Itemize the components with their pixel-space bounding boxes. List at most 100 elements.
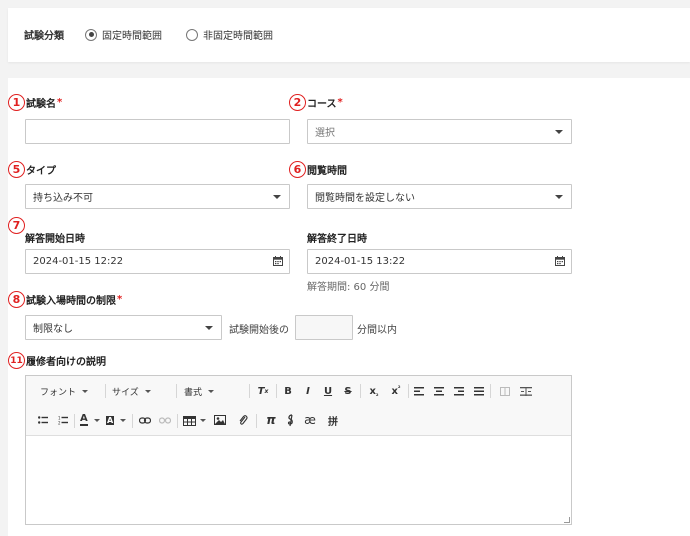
marker-8: 8: [8, 291, 25, 308]
view-time-select[interactable]: 閲覧時間を設定しない: [307, 184, 572, 209]
pinyin-button[interactable]: 拼: [326, 413, 340, 428]
exam-name-label-text: 試験名: [26, 99, 56, 110]
radio-unchecked-icon[interactable]: [186, 28, 198, 41]
align-center-icon[interactable]: [434, 387, 444, 396]
entry-limit-select[interactable]: 制限なし: [25, 315, 222, 340]
align-justify-icon[interactable]: [474, 387, 484, 396]
chevron-down-icon: [273, 195, 281, 199]
answer-start-label: 解答開始日時: [25, 234, 85, 245]
strikethrough-button[interactable]: S: [341, 384, 355, 398]
required-mark: *: [57, 97, 63, 108]
exam-name-input[interactable]: [25, 119, 290, 144]
text-color-icon[interactable]: A: [80, 413, 100, 427]
radio-checked-icon[interactable]: [85, 28, 97, 41]
marker-6: 6: [289, 161, 306, 178]
table-cell-icon[interactable]: [500, 387, 510, 396]
calendar-icon[interactable]: [273, 256, 283, 266]
chevron-down-icon: [555, 195, 563, 199]
toolbar-separator: [249, 384, 250, 398]
link-icon[interactable]: [139, 417, 151, 424]
answer-duration-hint: 解答期間: 60 分間: [307, 282, 390, 293]
marker-11: 11: [8, 352, 25, 369]
superscript-icon[interactable]: x²: [388, 384, 404, 398]
exam-name-label: 1 試験名 *: [8, 94, 62, 111]
radio-fixed-time[interactable]: 固定時間範囲: [85, 27, 162, 42]
view-time-value: 閲覧時間を設定しない: [315, 193, 415, 204]
answer-end-value: 2024-01-15 13:22: [315, 256, 406, 267]
toolbar-separator: [360, 384, 361, 398]
align-right-icon[interactable]: [454, 387, 464, 396]
entry-limit-prefix: 試験開始後の: [229, 325, 289, 336]
chevron-down-icon: [205, 326, 213, 330]
numbered-list-icon[interactable]: 12: [58, 416, 68, 425]
course-select[interactable]: 選択: [307, 119, 572, 144]
type-select[interactable]: 持ち込み不可: [25, 184, 290, 209]
required-mark: *: [117, 294, 123, 305]
toolbar-separator: [132, 414, 133, 428]
subscript-icon[interactable]: x₂: [366, 384, 382, 398]
underline-button[interactable]: U: [321, 384, 335, 398]
font-dropdown[interactable]: フォント: [40, 385, 88, 398]
radio-nonfixed-time[interactable]: 非固定時間範囲: [186, 27, 273, 42]
answer-end-label: 解答終了日時: [307, 234, 367, 245]
table-dropdown-icon[interactable]: [194, 413, 206, 427]
type-label: 5 タイプ: [8, 161, 56, 178]
special-char-ae-button[interactable]: æ: [302, 413, 318, 427]
toolbar-separator: [490, 384, 491, 398]
answer-start-input[interactable]: 2024-01-15 12:22: [25, 249, 290, 274]
align-left-icon[interactable]: [414, 387, 424, 396]
radio-fixed-time-label: 固定時間範囲: [102, 31, 162, 42]
exam-category-card: 試験分類 固定時間範囲 非固定時間範囲: [8, 8, 690, 62]
editor-content-area[interactable]: [26, 436, 571, 524]
exam-form-card: 1 試験名 * 2 コース * 選択 5 タイプ 持ち込み不可 6 閲覧時間 閲覧時…: [8, 78, 690, 536]
course-placeholder: 選択: [315, 128, 335, 139]
toolbar-separator: [408, 384, 409, 398]
music-symbol-icon[interactable]: [286, 414, 296, 427]
course-label: 2 コース *: [289, 94, 343, 111]
description-label: 11 履修者向けの説明: [8, 352, 106, 369]
attachment-icon[interactable]: [238, 414, 248, 426]
background-color-icon[interactable]: A: [106, 413, 126, 427]
toolbar-separator: [177, 414, 178, 428]
bullet-list-icon[interactable]: [38, 416, 48, 425]
rich-text-editor: フォント サイズ 書式 Tx B I U S x₂ x² 12 A A π æ …: [25, 375, 572, 525]
resize-handle-icon[interactable]: [564, 517, 570, 523]
toolbar-separator: [256, 414, 257, 428]
view-time-label-text: 閲覧時間: [307, 166, 347, 177]
required-mark: *: [337, 97, 343, 108]
marker-7: 7: [8, 217, 25, 234]
answer-end-input[interactable]: 2024-01-15 13:22: [307, 249, 572, 274]
description-label-text: 履修者向けの説明: [26, 357, 106, 368]
marker-1: 1: [8, 94, 25, 111]
math-pi-button[interactable]: π: [264, 413, 278, 427]
entry-limit-label-text: 試験入場時間の制限: [26, 296, 116, 307]
marker-2: 2: [289, 94, 306, 111]
course-label-text: コース: [307, 99, 337, 110]
entry-limit-suffix: 分間以内: [357, 325, 397, 336]
marker-5: 5: [8, 161, 25, 178]
chevron-down-icon: [555, 130, 563, 134]
toolbar-separator: [105, 384, 106, 398]
type-label-text: タイプ: [26, 166, 56, 177]
editor-toolbar: フォント サイズ 書式 Tx B I U S x₂ x² 12 A A π æ …: [26, 376, 571, 436]
svg-text:2: 2: [58, 421, 61, 426]
view-time-label: 6 閲覧時間: [289, 161, 347, 178]
clear-format-icon[interactable]: Tx: [256, 384, 270, 398]
italic-button[interactable]: I: [301, 384, 315, 398]
exam-category-label: 試験分類: [24, 31, 64, 42]
answer-start-value: 2024-01-15 12:22: [33, 256, 124, 267]
format-dropdown[interactable]: 書式: [184, 385, 214, 398]
size-dropdown[interactable]: サイズ: [112, 385, 151, 398]
calendar-icon[interactable]: [555, 256, 565, 266]
toolbar-separator: [276, 384, 277, 398]
bold-button[interactable]: B: [281, 384, 295, 398]
entry-limit-value: 制限なし: [33, 324, 73, 335]
toolbar-separator: [74, 414, 75, 428]
merge-cells-icon[interactable]: [520, 387, 532, 396]
type-value: 持ち込み不可: [33, 193, 93, 204]
toolbar-separator: [176, 384, 177, 398]
entry-limit-label: 8 試験入場時間の制限 *: [8, 291, 122, 308]
entry-limit-minutes-input[interactable]: [295, 315, 353, 340]
unlink-icon[interactable]: [159, 417, 171, 424]
image-icon[interactable]: [214, 415, 226, 425]
